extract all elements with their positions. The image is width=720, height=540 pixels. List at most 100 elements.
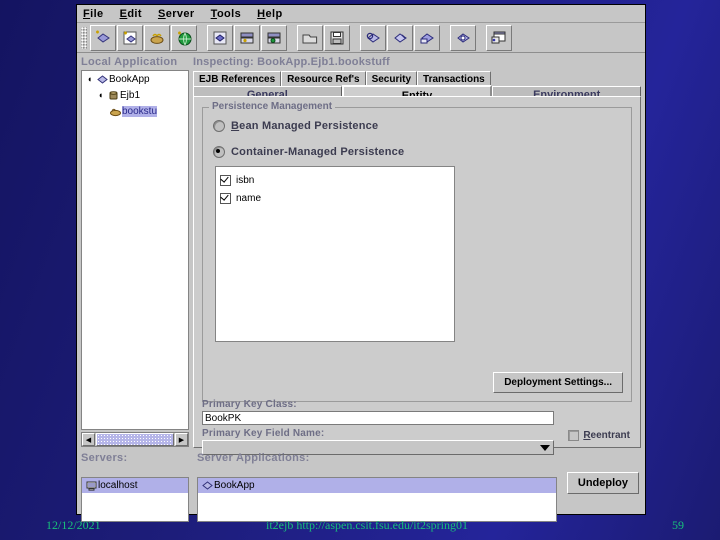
tab-ejb-references[interactable]: EJB References <box>193 71 282 86</box>
window-body: Local Application ◖ BookApp ◖ Ejb1 books… <box>77 54 645 522</box>
group-title: Persistence Management <box>209 101 336 112</box>
radio-icon[interactable] <box>213 145 225 158</box>
menu-bar: File Edit Server Tools Help <box>77 5 645 23</box>
server-list-item[interactable]: localhost <box>82 478 188 493</box>
application-icon <box>200 480 214 491</box>
new-web-module-button[interactable] <box>171 24 197 51</box>
menu-help[interactable]: Help <box>257 8 282 20</box>
toolbar-separator-2 <box>288 26 297 50</box>
reentrant-label: eentrant <box>590 430 630 441</box>
radio-label: ean Managed Persistence <box>239 119 379 132</box>
server-icon <box>420 32 434 43</box>
footer-page-number: 59 <box>672 518 684 532</box>
primary-key-area: Primary Key Class: BookPK Primary Key Fi… <box>202 399 632 455</box>
tab-resource-refs[interactable]: Resource Ref's <box>281 71 366 86</box>
toolbar-separator-4 <box>441 26 450 50</box>
inspect-icon <box>394 32 407 43</box>
open-button[interactable] <box>297 24 323 51</box>
radio-icon[interactable] <box>213 119 225 132</box>
deploy-icon <box>240 32 254 43</box>
new-ejb-module-button[interactable] <box>117 24 143 51</box>
tree-item-label: bookstu <box>122 105 158 117</box>
application-icon <box>95 74 109 85</box>
footer-date: 12/12/2021 <box>46 518 101 532</box>
checkbox-icon[interactable] <box>568 430 580 441</box>
server-application-item[interactable]: BookApp <box>198 478 556 493</box>
chevron-down-icon[interactable] <box>540 444 550 451</box>
toolbar-separator-5 <box>477 26 486 50</box>
application-label: BookApp <box>214 480 255 491</box>
save-icon <box>330 31 344 44</box>
entity-tab-content: Persistence Management Bean Managed Pers… <box>193 96 641 455</box>
edit-button[interactable] <box>207 24 233 51</box>
deployment-settings-button[interactable]: Deployment Settings... <box>493 372 623 393</box>
persistence-management-group: Persistence Management Bean Managed Pers… <box>202 101 632 402</box>
deploy-button[interactable] <box>234 24 260 51</box>
tree-horizontal-scrollbar[interactable]: ◀ ▶ <box>81 432 189 447</box>
accel-letter: R <box>583 430 591 441</box>
radio-bean-managed-persistence[interactable]: Bean Managed Persistence <box>213 117 631 134</box>
checkbox-icon[interactable] <box>220 174 231 186</box>
persistent-fields-list[interactable]: isbn name <box>215 166 455 342</box>
verify-icon <box>366 32 380 43</box>
scroll-right-arrow-icon[interactable]: ▶ <box>175 433 188 446</box>
server-label: localhost <box>98 480 138 491</box>
expand-handle-icon[interactable]: ◖ <box>95 90 106 100</box>
radio-label: Container-Managed Persistence <box>231 145 405 158</box>
tree-item-bookstuff[interactable]: bookstu <box>82 103 188 119</box>
monitor-button[interactable] <box>450 24 476 51</box>
field-label: isbn <box>236 174 255 186</box>
expand-handle-icon[interactable]: ◖ <box>84 74 95 84</box>
tree-item-ejb1[interactable]: ◖ Ejb1 <box>82 87 188 103</box>
slide: File Edit Server Tools Help Local Applic… <box>0 0 720 540</box>
application-window: File Edit Server Tools Help Local Applic… <box>76 4 646 522</box>
tab-security[interactable]: Security <box>365 71 418 86</box>
reentrant-checkbox[interactable]: Reentrant <box>568 430 630 441</box>
secondary-tab-bar: EJB References Resource Ref's Security T… <box>193 70 641 86</box>
undeploy-button[interactable]: Undeploy <box>566 472 639 494</box>
window-button[interactable] <box>486 24 512 51</box>
server-applications-panel: Server Applications: BookApp Undeploy <box>197 452 641 522</box>
servers-title: Servers: <box>81 452 128 464</box>
local-application-panel: Local Application ◖ BookApp ◖ Ejb1 books… <box>81 56 189 448</box>
new-application-icon <box>96 30 110 43</box>
menu-server[interactable]: Server <box>158 8 195 20</box>
bean-icon <box>108 106 122 117</box>
monitor-icon <box>457 32 470 43</box>
globe-icon <box>178 31 192 45</box>
toolbar-separator-3 <box>351 26 360 50</box>
deploy-settings-icon <box>267 32 281 43</box>
new-application-button[interactable] <box>90 24 116 51</box>
new-ejb-module-icon <box>123 31 137 44</box>
verify-button[interactable] <box>360 24 386 51</box>
server-button[interactable] <box>414 24 440 51</box>
field-checkbox-name[interactable]: name <box>220 189 454 207</box>
checkbox-icon[interactable] <box>220 192 231 204</box>
menu-edit[interactable]: Edit <box>120 8 142 20</box>
menu-file[interactable]: File <box>83 8 104 20</box>
inspecting-title: Inspecting: BookApp.Ejb1.bookstuff <box>193 56 390 68</box>
toolbar-grip[interactable] <box>81 26 87 49</box>
open-folder-icon <box>302 34 318 43</box>
inspect-button[interactable] <box>387 24 413 51</box>
accel-letter: B <box>231 119 240 132</box>
computer-icon <box>84 480 98 491</box>
toolbar-separator <box>198 26 207 50</box>
tree-item-bookapp[interactable]: ◖ BookApp <box>82 71 188 87</box>
server-applications-title: Server Applications: <box>197 452 310 464</box>
application-tree[interactable]: ◖ BookApp ◖ Ejb1 bookstu <box>81 70 189 430</box>
local-application-title: Local Application <box>81 56 178 68</box>
tab-transactions[interactable]: Transactions <box>417 71 491 86</box>
toolbar <box>77 23 645 53</box>
scrollbar-thumb[interactable] <box>96 433 174 446</box>
deploy-settings-button[interactable] <box>261 24 287 51</box>
scroll-left-arrow-icon[interactable]: ◀ <box>82 433 95 446</box>
save-button[interactable] <box>324 24 350 51</box>
field-checkbox-isbn[interactable]: isbn <box>220 171 454 189</box>
menu-tools[interactable]: Tools <box>211 8 242 20</box>
primary-key-class-input[interactable]: BookPK <box>202 411 554 425</box>
new-bean-button[interactable] <box>144 24 170 51</box>
slide-footer: 12/12/2021 it2ejb http://aspen.csit.fsu.… <box>0 515 720 540</box>
tree-item-label: Ejb1 <box>120 89 141 101</box>
radio-container-managed-persistence[interactable]: Container-Managed Persistence <box>213 143 631 160</box>
